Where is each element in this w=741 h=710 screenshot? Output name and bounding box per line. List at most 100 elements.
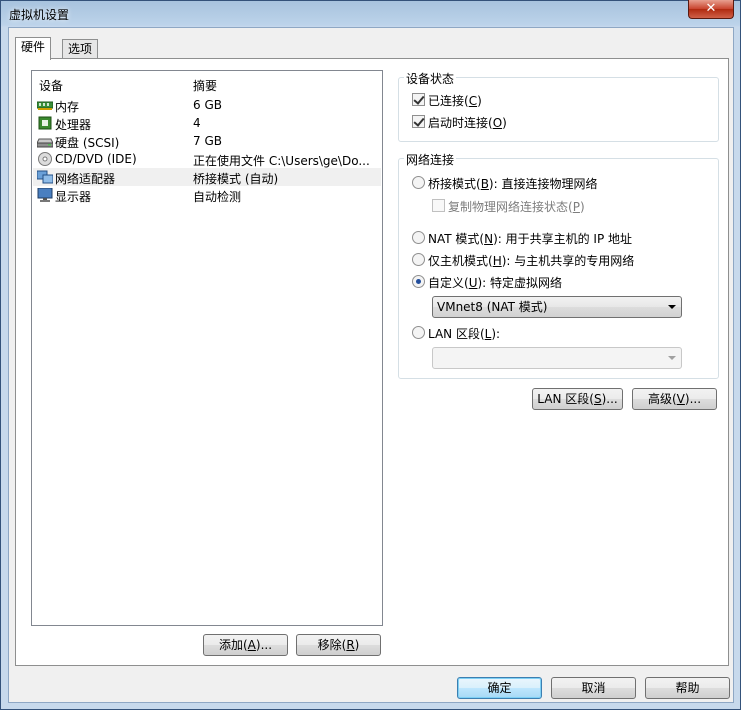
lan-segment-select[interactable]: [432, 347, 682, 369]
lan-segment-label-tail: ):: [491, 327, 501, 341]
remove-device-button-text: 移除(: [317, 638, 347, 652]
network-connection-group: 网络连接 桥接模式(B): 直接连接物理网络 复制物理网络连接状态(P) NAT…: [398, 151, 719, 379]
chevron-down-icon: [668, 356, 676, 360]
bridged-radio[interactable]: [412, 176, 425, 189]
column-header-device[interactable]: 设备: [39, 77, 63, 94]
device-status-group: 设备状态 已连接(C) 启动时连接(O): [398, 70, 719, 142]
cd-dvd-icon: [38, 152, 52, 166]
advanced-button[interactable]: 高级(V)...: [632, 388, 717, 410]
connect-at-power-on-checkbox[interactable]: [412, 115, 425, 128]
close-button[interactable]: ✕: [688, 0, 734, 19]
connected-label-key: C: [468, 94, 478, 108]
connect-at-power-on-label[interactable]: 启动时连接(O): [428, 114, 507, 131]
ok-button-label: 确定: [487, 681, 512, 695]
device-row-hard-disk[interactable]: 硬盘 (SCSI) 7 GB: [33, 132, 381, 150]
replicate-state-label-key: P: [572, 200, 580, 214]
title-bar[interactable]: 虚拟机设置 ✕: [1, 0, 740, 27]
device-name: 网络适配器: [55, 172, 116, 186]
tab-options[interactable]: 选项: [62, 39, 99, 60]
connect-at-power-on-label-text: 启动时连接(: [428, 116, 493, 130]
bridged-label-text: 桥接模式(: [428, 177, 481, 191]
replicate-state-checkbox[interactable]: [432, 199, 445, 212]
remove-device-button-tail: ): [354, 638, 360, 652]
cancel-button[interactable]: 取消: [551, 677, 636, 699]
remove-device-button-key: R: [346, 638, 355, 652]
nat-label[interactable]: NAT 模式(N): 用于共享主机的 IP 地址: [428, 230, 632, 247]
connected-label-text: 已连接(: [428, 94, 469, 108]
device-name: 内存: [55, 100, 80, 114]
hardware-tab-panel: 设备 摘要 内存 6 GB 处理器 4 硬盘 (SCSI) 7 GB CD/DV…: [15, 58, 729, 666]
add-device-button-key: A: [247, 638, 256, 652]
processor-icon: [38, 116, 52, 130]
chevron-down-icon: [668, 305, 676, 309]
device-row-network-adapter[interactable]: 网络适配器 桥接模式 (自动): [33, 168, 381, 186]
advanced-button-tail: )...: [684, 392, 702, 406]
device-summary: 自动检测: [193, 190, 242, 204]
device-name: CD/DVD (IDE): [55, 152, 137, 166]
host-only-radio[interactable]: [412, 253, 425, 266]
add-device-button-tail: )...: [255, 638, 273, 652]
device-summary: 正在使用文件 C:\Users\ge\Do...: [193, 154, 370, 168]
replicate-state-label[interactable]: 复制物理网络连接状态(P): [448, 198, 585, 215]
device-status-title: 设备状态: [404, 70, 457, 87]
device-list[interactable]: 设备 摘要 内存 6 GB 处理器 4 硬盘 (SCSI) 7 GB CD/DV…: [31, 70, 383, 626]
connected-label-tail: ): [477, 94, 482, 108]
vm-settings-window: 虚拟机设置 ✕ 硬件 选项 设备 摘要 内存 6 GB 处理器 4 硬盘 (SC…: [0, 0, 741, 710]
device-summary: 桥接模式 (自动): [193, 172, 279, 186]
lan-segments-button-tail: )...: [601, 392, 618, 406]
device-row-processor[interactable]: 处理器 4: [33, 114, 381, 132]
display-icon: [37, 188, 53, 202]
add-device-button[interactable]: 添加(A)...: [203, 634, 288, 656]
connected-label[interactable]: 已连接(C): [428, 92, 482, 109]
connected-checkbox[interactable]: [412, 93, 425, 106]
replicate-state-label-text: 复制物理网络连接状态(: [448, 200, 573, 214]
help-button[interactable]: 帮助: [645, 677, 730, 699]
nat-label-text: NAT 模式(: [428, 232, 485, 246]
device-row-display[interactable]: 显示器 自动检测: [33, 186, 381, 204]
dialog-client-area: 硬件 选项 设备 摘要 内存 6 GB 处理器 4 硬盘 (SCSI) 7 GB…: [8, 27, 734, 703]
replicate-state-label-tail: ): [579, 200, 585, 214]
network-connection-title: 网络连接: [404, 151, 457, 168]
connect-at-power-on-label-tail: ): [502, 116, 507, 130]
device-summary: 7 GB: [193, 134, 222, 148]
help-button-label: 帮助: [675, 681, 700, 695]
custom-label-text: 自定义(: [428, 276, 469, 290]
advanced-button-text: 高级(: [647, 392, 677, 406]
tab-hardware-label: 硬件: [21, 40, 46, 54]
connect-at-power-on-label-key: O: [492, 116, 503, 130]
remove-device-button[interactable]: 移除(R): [296, 634, 381, 656]
device-name: 硬盘 (SCSI): [55, 136, 120, 150]
device-summary: 4: [193, 116, 201, 130]
lan-segment-radio[interactable]: [412, 326, 425, 339]
close-icon: ✕: [705, 1, 717, 16]
add-device-button-text: 添加(: [218, 638, 248, 652]
device-name: 处理器: [55, 118, 92, 132]
device-row-cd-dvd[interactable]: CD/DVD (IDE) 正在使用文件 C:\Users\ge\Do...: [33, 150, 381, 168]
host-only-label-key: H: [492, 254, 502, 268]
device-name: 显示器: [55, 190, 92, 204]
advanced-button-key: V: [676, 392, 685, 406]
nat-radio[interactable]: [412, 231, 425, 244]
custom-label[interactable]: 自定义(U): 特定虚拟网络: [428, 274, 562, 291]
nat-label-key: N: [484, 232, 494, 246]
hard-disk-icon: [37, 138, 53, 148]
device-row-memory[interactable]: 内存 6 GB: [33, 96, 381, 114]
window-title: 虚拟机设置: [9, 8, 70, 22]
bridged-label-tail: ): 直接连接物理网络: [488, 177, 598, 191]
column-header-summary[interactable]: 摘要: [193, 77, 217, 94]
lan-segments-button[interactable]: LAN 区段(S)...: [532, 388, 623, 410]
host-only-label-text: 仅主机模式(: [428, 254, 493, 268]
lan-segment-label-text: LAN 区段(: [428, 327, 485, 341]
custom-label-tail: ): 特定虚拟网络: [477, 276, 563, 290]
list-header: 设备 摘要: [32, 71, 382, 94]
bridged-label[interactable]: 桥接模式(B): 直接连接物理网络: [428, 175, 597, 192]
network-adapter-icon: [37, 170, 53, 184]
custom-radio[interactable]: [412, 275, 425, 288]
custom-network-select[interactable]: VMnet8 (NAT 模式): [432, 296, 682, 318]
tab-hardware[interactable]: 硬件: [15, 37, 52, 60]
nat-label-tail: ): 用于共享主机的 IP 地址: [493, 232, 633, 246]
host-only-label[interactable]: 仅主机模式(H): 与主机共享的专用网络: [428, 252, 634, 269]
ok-button[interactable]: 确定: [457, 677, 542, 699]
custom-network-value: VMnet8 (NAT 模式): [437, 300, 548, 314]
lan-segment-label[interactable]: LAN 区段(L):: [428, 325, 500, 342]
